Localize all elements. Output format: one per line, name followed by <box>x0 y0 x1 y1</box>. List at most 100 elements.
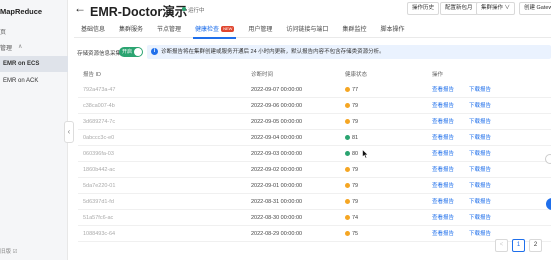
download-report-link[interactable]: 下载报告 <box>469 130 491 146</box>
table-row: 51a57fc6-ac 2022-08-30 00:00:00 74 查看报告 下载报告 <box>78 210 551 226</box>
tab-script-operations[interactable]: 脚本操作 <box>373 22 411 38</box>
floating-assistant-button[interactable] <box>546 198 551 210</box>
sidebar-item-home[interactable]: 页 <box>0 27 6 36</box>
diagnosis-time-cell: 2022-09-05 00:00:00 <box>251 119 303 125</box>
sidebar-group-cluster-manage[interactable]: 管理 ∧ <box>0 43 68 52</box>
tab-access-links[interactable]: 访问链接与端口 <box>279 22 335 38</box>
status-text: 运行中 <box>188 8 205 14</box>
health-score-value: 79 <box>352 119 359 125</box>
download-report-link[interactable]: 下载报告 <box>469 178 491 194</box>
health-status-dot-icon <box>345 198 350 204</box>
table-row: c38ca007-4b 2022-09-06 00:00:00 79 查看报告 下载报告 <box>78 98 551 114</box>
health-score-cell: 79 <box>345 178 358 194</box>
health-score-cell: 74 <box>345 210 358 226</box>
download-report-link[interactable]: 下载报告 <box>469 226 491 242</box>
download-report-link[interactable]: 下载报告 <box>469 194 491 210</box>
view-report-link[interactable]: 查看报告 <box>432 210 454 226</box>
arrow-left-icon[interactable]: ← <box>74 1 86 15</box>
view-report-link[interactable]: 查看报告 <box>432 82 454 98</box>
health-score-value: 79 <box>352 103 359 109</box>
sidebar-item-emr-on-ecs[interactable]: EMR on ECS <box>0 56 68 72</box>
health-score-cell: 79 <box>345 194 358 210</box>
sidebar-item-emr-on-ack[interactable]: EMR on ACK <box>0 73 68 89</box>
health-status-dot-icon <box>345 230 350 236</box>
view-report-link[interactable]: 查看报告 <box>432 130 454 146</box>
diagnosis-time-cell: 2022-09-01 00:00:00 <box>251 183 303 189</box>
diagnosis-time-cell: 2022-09-02 00:00:00 <box>251 167 303 173</box>
diagnosis-time-cell: 2022-08-31 00:00:00 <box>251 199 303 205</box>
download-report-link[interactable]: 下载报告 <box>469 82 491 98</box>
tab-cluster-monitoring[interactable]: 集群监控 <box>335 22 373 38</box>
report-id-cell[interactable]: 5da7e220-01 <box>83 178 115 194</box>
sidebar: MapReduce 页 管理 ∧ EMR on ECS EMR on ACK 旧… <box>0 0 68 260</box>
health-score-cell: 81 <box>345 130 358 146</box>
health-score-cell: 79 <box>345 114 358 130</box>
health-score-value: 79 <box>352 167 359 173</box>
storage-collection-toggle[interactable]: 开启 <box>119 47 143 57</box>
report-id-cell[interactable]: c38ca007-4b <box>83 98 115 114</box>
brand-title: MapReduce <box>0 7 43 16</box>
view-report-link[interactable]: 查看报告 <box>432 162 454 178</box>
diagnosis-time-cell: 2022-08-29 00:00:00 <box>251 231 303 237</box>
status-dot-icon <box>182 7 186 11</box>
tab-node-management[interactable]: 节点管理 <box>150 22 188 38</box>
view-report-link[interactable]: 查看报告 <box>432 98 454 114</box>
page-title: EMR-Doctor演示 <box>90 5 188 19</box>
chevron-left-icon: ‹ <box>67 127 71 136</box>
operation-history-button[interactable]: 操作历史 <box>407 2 440 15</box>
download-report-link[interactable]: 下载报告 <box>469 114 491 130</box>
info-icon: i <box>151 48 158 55</box>
tab-label: 基础信息 <box>81 27 106 33</box>
pagination-page-1[interactable]: 1 <box>512 239 525 252</box>
view-report-link[interactable]: 查看报告 <box>432 178 454 194</box>
download-report-link[interactable]: 下载报告 <box>469 210 491 226</box>
health-status-dot-icon <box>345 134 350 140</box>
health-score-value: 77 <box>352 87 359 93</box>
report-id-cell[interactable]: 1860b442-ac <box>83 162 115 178</box>
health-score-value: 75 <box>352 231 359 237</box>
tab-health-check[interactable]: 健康检查 NEW <box>188 22 241 39</box>
download-report-link[interactable]: 下载报告 <box>469 98 491 114</box>
tab-label: 集群监控 <box>342 27 367 33</box>
view-report-link[interactable]: 查看报告 <box>432 194 454 210</box>
tab-cluster-services[interactable]: 集群服务 <box>112 22 150 38</box>
table-row: 060396fa-03 2022-09-03 00:00:00 80 查看报告 下载报告 <box>78 146 551 162</box>
table-row: 5d6397d1-fd 2022-08-31 00:00:00 79 查看报告 下载报告 <box>78 194 551 210</box>
health-status-dot-icon <box>345 118 350 124</box>
sidebar-old-version-link[interactable]: 旧版 ☑ <box>0 247 17 255</box>
renew-subscription-button[interactable]: 配置新包月 <box>440 2 478 15</box>
tab-user-management[interactable]: 用户管理 <box>241 22 279 38</box>
cluster-operations-button[interactable]: 集群操作 ∨ <box>476 2 516 15</box>
diagnosis-time-cell: 2022-09-03 00:00:00 <box>251 151 303 157</box>
floating-help-button[interactable] <box>545 154 551 164</box>
toggle-state-text: 开启 <box>122 49 133 55</box>
mouse-cursor-icon <box>362 149 369 159</box>
notice-text: 诊断报告将在集群创建或服务开通后 24 小时内更新，默认报告内容不包含存储类资源… <box>161 49 385 55</box>
report-id-cell[interactable]: 060396fa-03 <box>83 146 114 162</box>
report-id-cell[interactable]: 5d6397d1-fd <box>83 194 114 210</box>
report-id-cell[interactable]: 3d689274-7c <box>83 114 115 130</box>
create-gateway-button[interactable]: 创建 Gatewa <box>519 2 551 15</box>
download-report-link[interactable]: 下载报告 <box>469 146 491 162</box>
health-score-cell: 79 <box>345 162 358 178</box>
new-badge: NEW <box>221 26 235 32</box>
view-report-link[interactable]: 查看报告 <box>432 114 454 130</box>
health-score-value: 79 <box>352 183 359 189</box>
tab-label: 集群服务 <box>119 27 144 33</box>
view-report-link[interactable]: 查看报告 <box>432 146 454 162</box>
pagination-page-2[interactable]: 2 <box>529 239 542 252</box>
tab-basic-info[interactable]: 基础信息 <box>74 22 112 38</box>
report-id-cell[interactable]: 1088493c-64 <box>83 226 115 242</box>
view-report-link[interactable]: 查看报告 <box>432 226 454 242</box>
report-id-cell[interactable]: 51a57fc6-ac <box>83 210 113 226</box>
info-notice: i 诊断报告将在集群创建或服务开通后 24 小时内更新，默认报告内容不包含存储类… <box>147 45 551 59</box>
report-id-cell[interactable]: 792a473a-47 <box>83 82 115 98</box>
table-row: 1088493c-64 2022-08-29 00:00:00 75 查看报告 下载报告 <box>78 226 551 242</box>
diagnosis-time-cell: 2022-09-06 00:00:00 <box>251 103 303 109</box>
health-score-cell: 80 <box>345 146 358 162</box>
sidebar-collapse-button[interactable]: ‹ <box>64 121 74 143</box>
pagination-prev-button[interactable]: < <box>495 239 508 252</box>
download-report-link[interactable]: 下载报告 <box>469 162 491 178</box>
status-badge: 运行中 <box>182 6 205 14</box>
report-id-cell[interactable]: 0abccc3c-e0 <box>83 130 114 146</box>
